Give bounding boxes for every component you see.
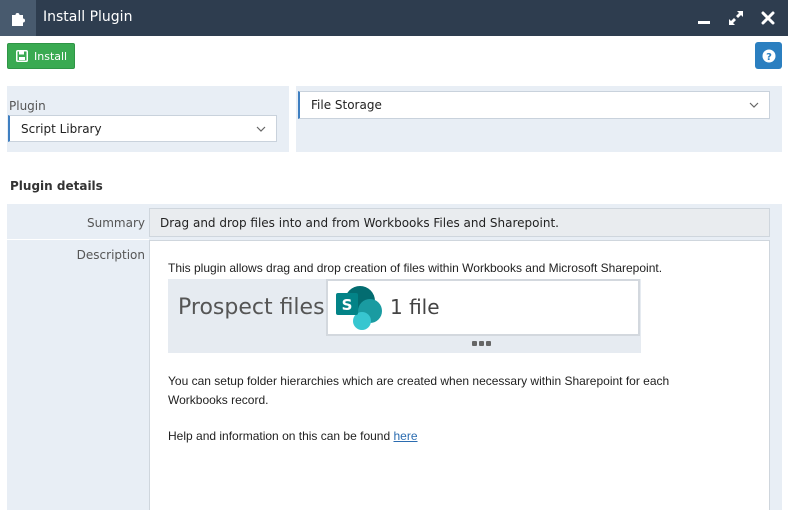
summary-label: Summary: [87, 216, 145, 230]
description-label: Description: [76, 248, 145, 262]
minimize-icon[interactable]: [694, 8, 714, 28]
close-icon[interactable]: [758, 8, 778, 28]
install-button[interactable]: Install: [7, 43, 75, 69]
description-line-2: You can setup folder hierarchies which a…: [168, 374, 670, 407]
save-icon: [16, 50, 28, 62]
window-title: Install Plugin: [43, 9, 133, 25]
plugin-details-heading: Plugin details: [10, 179, 103, 193]
preview-prospect-label: Prospect files: [178, 295, 325, 320]
help-link[interactable]: here: [393, 429, 417, 443]
plugin-label: Plugin: [9, 99, 46, 113]
preview-file-card: S 1 file: [326, 279, 640, 336]
puzzle-icon: [0, 0, 36, 36]
help-button[interactable]: ?: [755, 42, 782, 69]
plugin-value: File Storage: [311, 98, 382, 112]
install-button-label: Install: [34, 49, 68, 63]
preview-image: Prospect files S 1 file: [168, 279, 641, 353]
svg-text:?: ?: [766, 52, 772, 63]
chevron-down-icon: [256, 126, 266, 132]
sharepoint-icon: S: [336, 286, 382, 330]
description-line-3: Help and information on this can be foun…: [168, 427, 418, 446]
more-icon: [472, 341, 491, 346]
chevron-down-icon: [749, 102, 759, 108]
help-text: Help and information on this can be foun…: [168, 429, 394, 443]
window-titlebar: Install Plugin: [0, 0, 788, 36]
svg-text:S: S: [342, 296, 353, 314]
plugin-type-select[interactable]: Script Library: [8, 115, 277, 142]
maximize-icon[interactable]: [726, 8, 746, 28]
plugin-select[interactable]: File Storage: [298, 91, 770, 119]
help-icon: ?: [762, 49, 775, 63]
plugin-type-value: Script Library: [21, 121, 102, 136]
description-line-1: This plugin allows drag and drop creatio…: [168, 261, 663, 275]
preview-file-count: 1 file: [390, 295, 440, 319]
summary-value: Drag and drop files into and from Workbo…: [160, 215, 559, 230]
summary-field: Drag and drop files into and from Workbo…: [149, 208, 770, 237]
row-divider: [7, 239, 149, 240]
